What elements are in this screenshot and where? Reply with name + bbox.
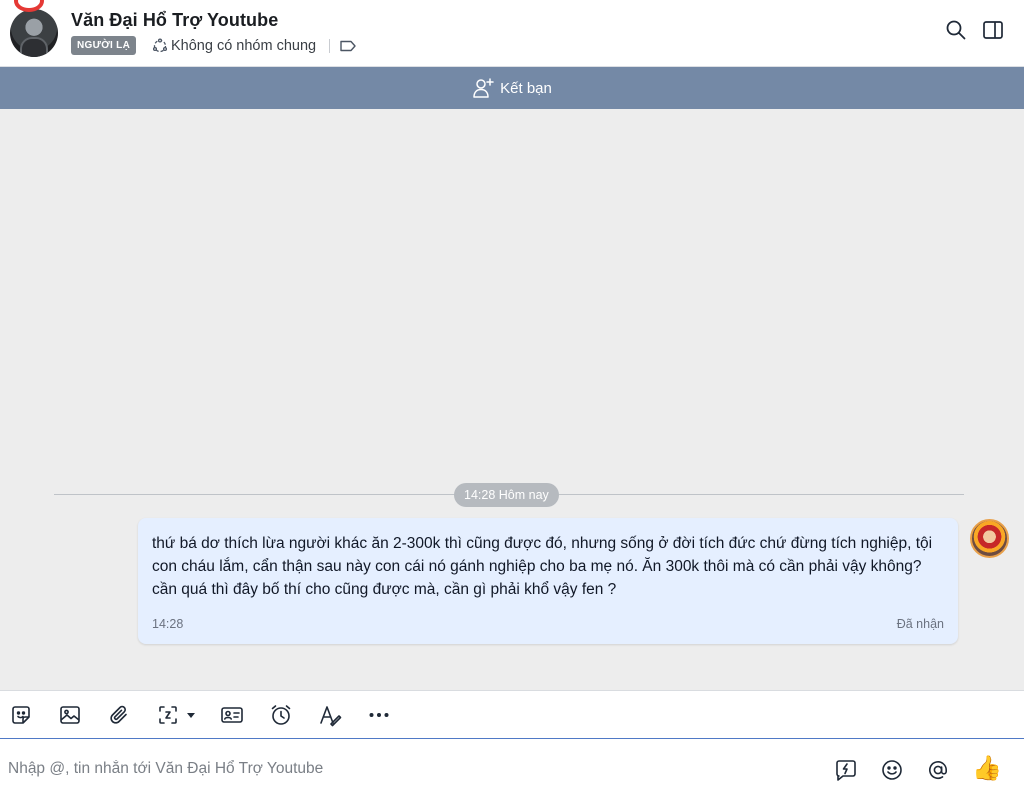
composer-toolbar — [0, 690, 1024, 738]
screenshot-icon — [159, 705, 195, 724]
mention-icon[interactable] — [926, 758, 950, 782]
message-text: thứ bá dơ thích lừa người khác ăn 2-300k… — [152, 535, 933, 598]
reminder-button[interactable] — [269, 703, 293, 727]
message-status: Đã nhận — [896, 617, 944, 631]
text-format-icon — [320, 705, 342, 726]
emoji-icon[interactable] — [880, 758, 904, 782]
contact-card-icon — [221, 706, 243, 723]
attachment-button[interactable] — [107, 703, 131, 727]
image-icon — [60, 705, 80, 724]
more-button[interactable] — [367, 703, 391, 727]
header-divider — [329, 39, 330, 53]
more-icon — [369, 712, 389, 717]
stranger-badge: NGƯỜI LẠ — [71, 36, 137, 55]
thumbs-up-icon[interactable]: 👍 — [972, 755, 1002, 783]
message-bubble[interactable]: thứ bá dơ thích lừa người khác ăn 2-300k… — [138, 518, 958, 644]
message-composer: 👍 — [0, 738, 1024, 801]
tag-icon[interactable] — [339, 38, 357, 54]
message-input[interactable] — [8, 753, 808, 785]
add-friend-icon — [473, 78, 494, 98]
add-friend-bar[interactable]: Kết bạn — [0, 67, 1024, 109]
image-button[interactable] — [58, 703, 82, 727]
sender-avatar[interactable] — [970, 519, 1009, 558]
conversation-header: Văn Đại Hổ Trợ Youtube NGƯỜI LẠ Không có… — [0, 0, 1024, 67]
search-icon[interactable] — [945, 19, 967, 41]
screenshot-button[interactable] — [156, 703, 200, 727]
quick-message-icon[interactable] — [834, 758, 858, 782]
sticker-button[interactable] — [9, 703, 33, 727]
sidebar-toggle-icon[interactable] — [982, 19, 1004, 41]
common-groups-info[interactable]: Không có nhóm chung — [152, 36, 316, 56]
group-icon — [152, 38, 168, 53]
common-groups-label: Không có nhóm chung — [171, 38, 317, 54]
message-time: 14:28 — [152, 617, 184, 631]
contact-avatar[interactable] — [10, 9, 58, 57]
date-divider: 14:28 Hôm nay — [454, 483, 559, 507]
avatar-figure — [20, 37, 48, 57]
contact-name[interactable]: Văn Đại Hổ Trợ Youtube — [71, 10, 278, 31]
text-format-button[interactable] — [318, 703, 342, 727]
attachment-icon — [110, 705, 127, 724]
message-list[interactable]: 14:28 Hôm nay thứ bá dơ thích lừa người … — [0, 109, 1024, 690]
sticker-icon — [12, 705, 30, 724]
reminder-icon — [271, 704, 291, 725]
contact-card-button[interactable] — [220, 703, 244, 727]
add-friend-label: Kết bạn — [500, 79, 552, 97]
